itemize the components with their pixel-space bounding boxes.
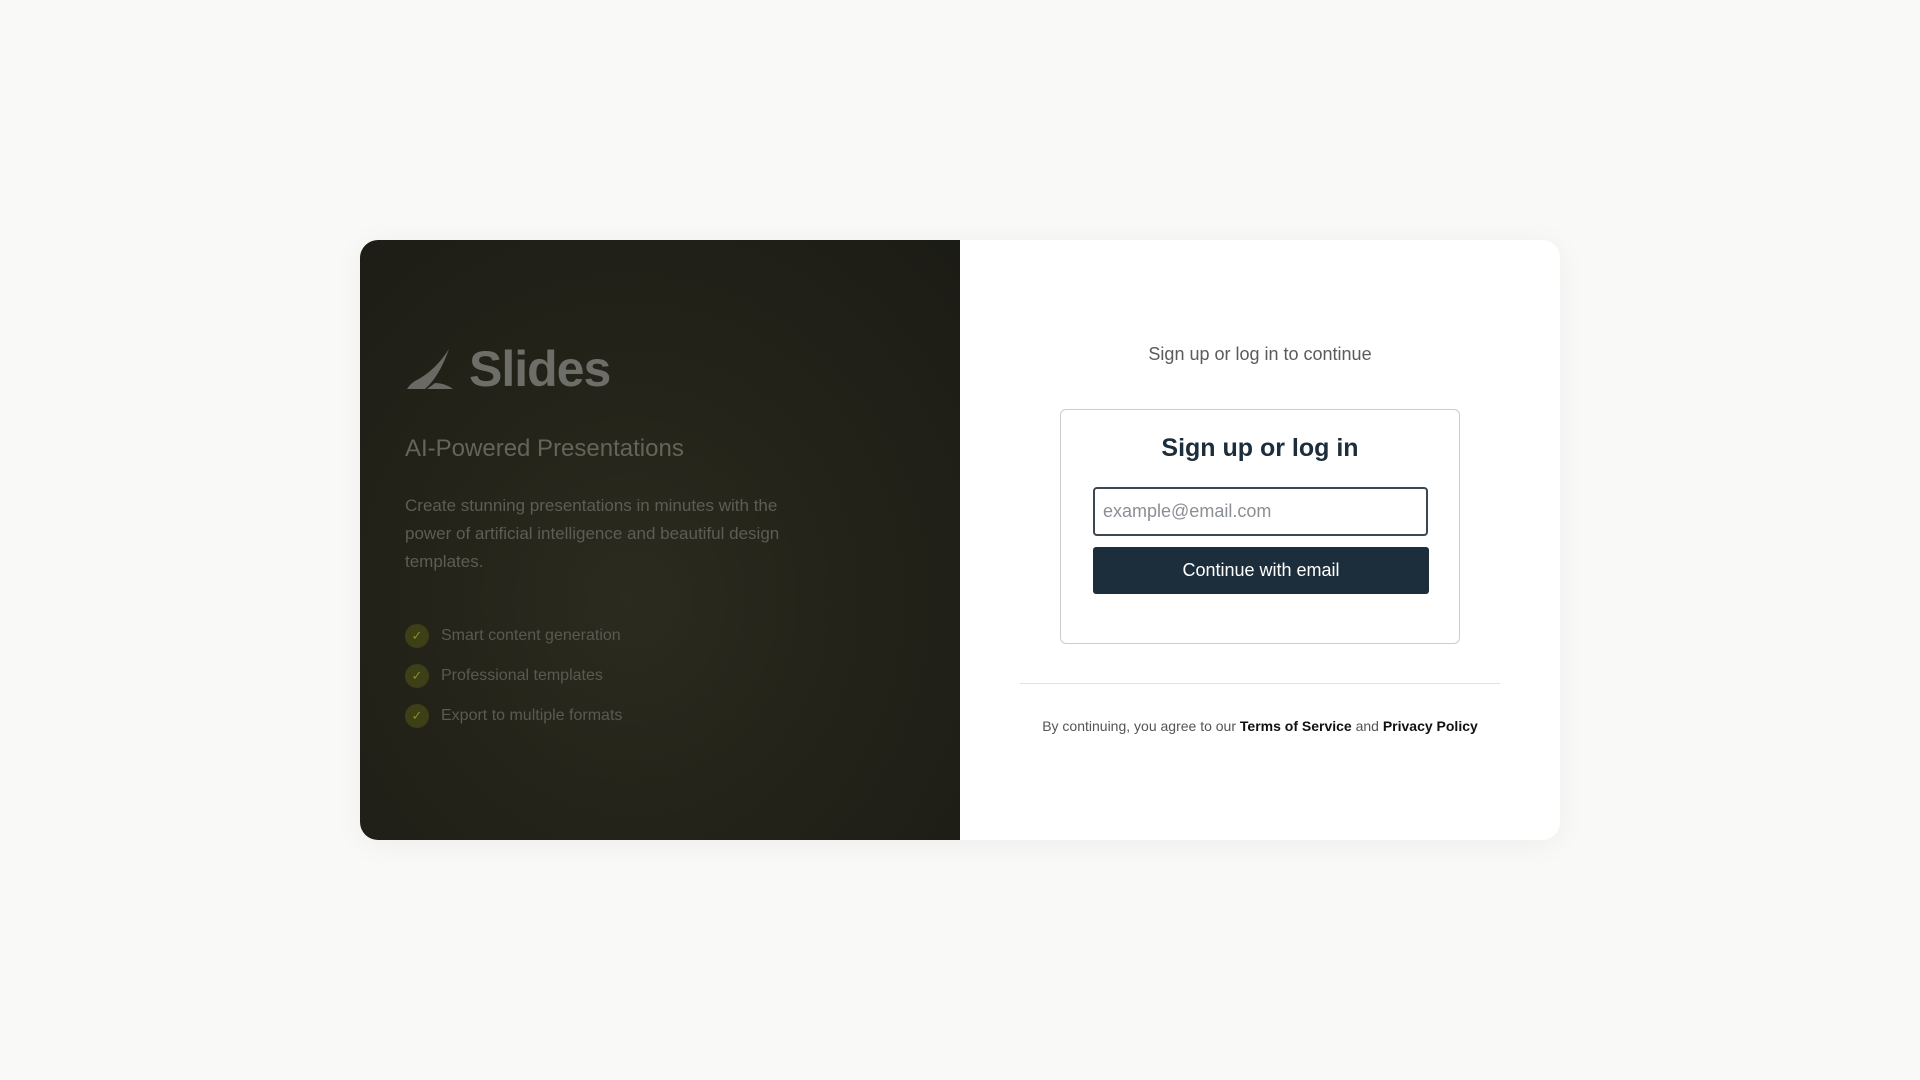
feature-item: ✓ Export to multiple formats	[405, 696, 622, 736]
feature-label: Export to multiple formats	[441, 707, 623, 724]
brand-name: Slides	[469, 341, 611, 397]
feature-list: ✓ Smart content generation ✓ Professiona…	[405, 616, 622, 736]
legal-notice: By continuing, you agree to our Terms of…	[960, 718, 1560, 734]
login-card: Slides AI-Powered Presentations Create s…	[360, 240, 1560, 840]
brand-description: Create stunning presentations in minutes…	[405, 496, 780, 571]
auth-subtitle: Sign up or log in to continue	[1148, 344, 1372, 364]
legal-and: and	[1355, 718, 1379, 734]
check-icon: ✓	[405, 664, 429, 688]
feature-item: ✓ Smart content generation	[405, 616, 622, 656]
auth-title: Sign up or log in	[1161, 434, 1359, 462]
page: Slides AI-Powered Presentations Create s…	[0, 0, 1920, 1080]
continue-with-email-button[interactable]: Continue with email	[1093, 547, 1429, 594]
auth-panel: Sign up or log in to continue Sign up or…	[960, 240, 1560, 840]
brand-tagline: AI-Powered Presentations	[405, 435, 684, 462]
divider	[1020, 683, 1500, 684]
brand-logo: Slides	[405, 340, 611, 398]
privacy-policy-link[interactable]: Privacy Policy	[1383, 718, 1478, 734]
check-icon: ✓	[405, 704, 429, 728]
feature-label: Professional templates	[441, 667, 603, 684]
feature-item: ✓ Professional templates	[405, 656, 622, 696]
email-field[interactable]	[1093, 487, 1428, 536]
brand-panel: Slides AI-Powered Presentations Create s…	[360, 240, 960, 840]
feature-label: Smart content generation	[441, 627, 621, 644]
auth-form: Sign up or log in Continue with email	[1060, 409, 1460, 644]
sail-logo-icon	[407, 349, 453, 389]
terms-of-service-link[interactable]: Terms of Service	[1240, 718, 1352, 734]
legal-prefix: By continuing, you agree to our	[1042, 718, 1236, 734]
check-icon: ✓	[405, 624, 429, 648]
